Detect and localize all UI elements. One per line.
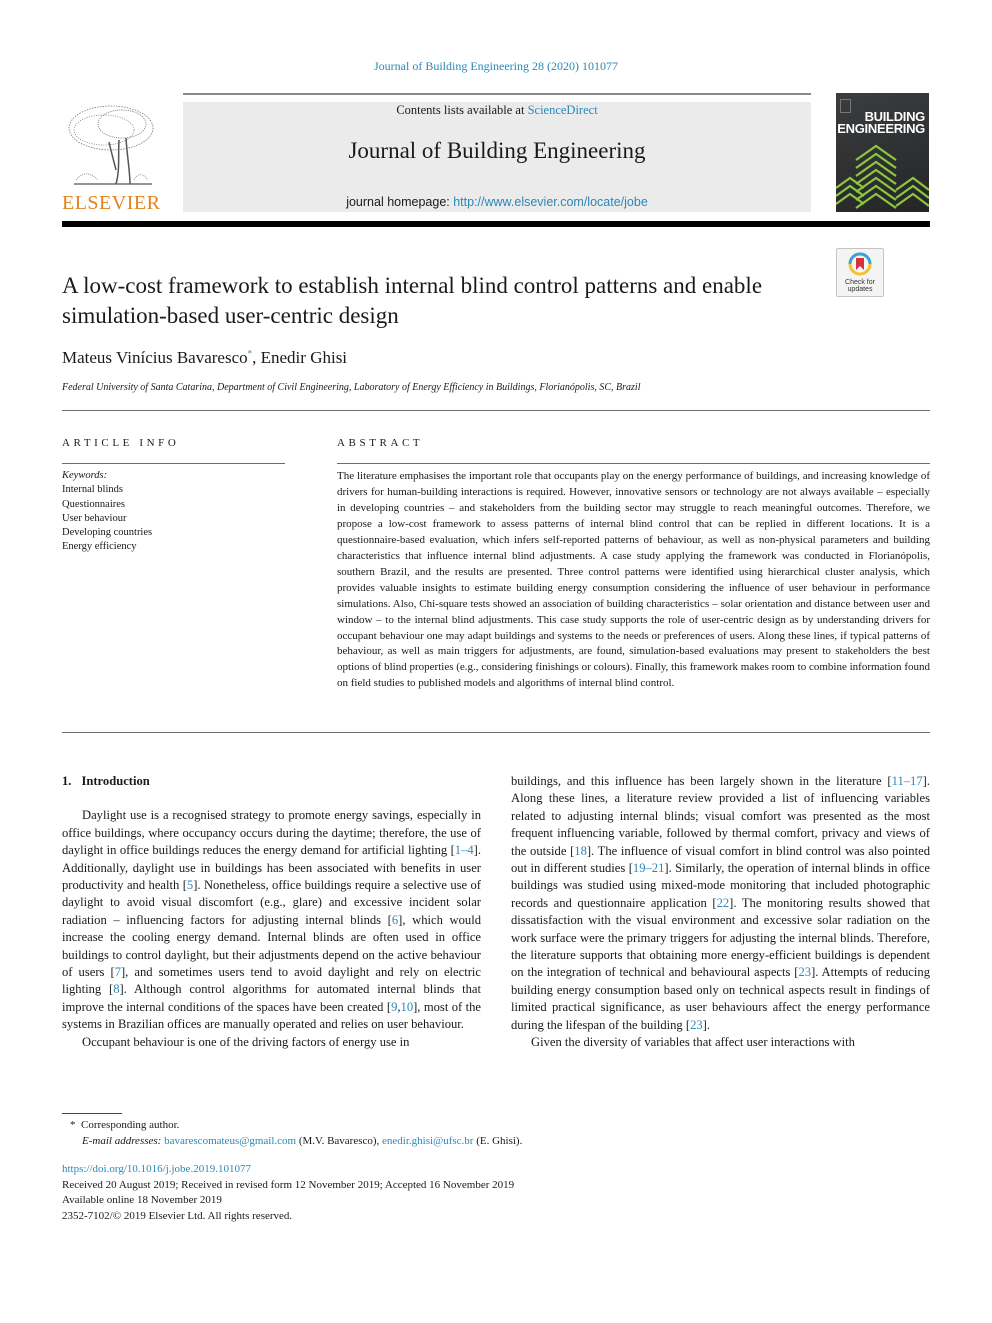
email-link[interactable]: bavarescomateus@gmail.com bbox=[164, 1135, 296, 1147]
journal-reference[interactable]: Journal of Building Engineering 28 (2020… bbox=[0, 59, 992, 74]
body-paragraph: Occupant behaviour is one of the driving… bbox=[62, 1034, 481, 1051]
elsevier-tree-icon bbox=[68, 105, 154, 185]
crossmark-label-line-1: Check for bbox=[845, 279, 875, 286]
citation-link[interactable]: 10 bbox=[401, 1000, 414, 1014]
elsevier-logo[interactable]: ELSEVIER bbox=[62, 100, 160, 215]
header-bottom-rule bbox=[62, 221, 930, 227]
footnotes: * Corresponding author. E-mail addresses… bbox=[62, 1118, 522, 1149]
contents-prefix: Contents lists available at bbox=[396, 103, 528, 117]
body-column-left: 1. Introduction Daylight use is a recogni… bbox=[62, 773, 481, 1051]
section-number: 1. bbox=[62, 774, 72, 788]
author-name[interactable]: Mateus Vinícius Bavaresco bbox=[62, 348, 248, 367]
email-owner: (E. Ghisi). bbox=[473, 1134, 523, 1147]
available-online: Available online 18 November 2019 bbox=[62, 1194, 222, 1206]
cover-title-line-2: ENGINEERING bbox=[837, 121, 925, 136]
paragraph-text: Occupant behaviour is one of the driving… bbox=[82, 1034, 410, 1049]
article-info-rule bbox=[62, 463, 285, 464]
body-paragraph: Daylight use is a recognised strategy to… bbox=[62, 807, 481, 1033]
keywords-label: Keywords: bbox=[62, 470, 108, 481]
paragraph-text: buildings, and this influence has been l… bbox=[511, 774, 892, 788]
keyword: Developing countries bbox=[62, 527, 153, 539]
homepage-link[interactable]: http://www.elsevier.com/locate/jobe bbox=[453, 195, 648, 209]
divider bbox=[62, 410, 930, 411]
article-title: A low-cost framework to establish intern… bbox=[62, 273, 763, 328]
cover-building-graphic-icon bbox=[836, 144, 929, 209]
contents-line: Contents lists available at ScienceDirec… bbox=[183, 103, 811, 118]
abstract-text: The literature emphasises the important … bbox=[337, 470, 930, 690]
right-paragraphs: buildings, and this influence has been l… bbox=[511, 773, 930, 1052]
keyword: Energy efficiency bbox=[62, 541, 137, 553]
email-label: E-mail addresses: bbox=[82, 1134, 162, 1147]
email-link[interactable]: enedir.ghisi@ufsc.br bbox=[382, 1135, 473, 1147]
author-list: Mateus Vinícius Bavaresco*, Enedir Ghisi bbox=[62, 348, 347, 368]
paragraph-text: ]. bbox=[702, 1017, 711, 1032]
citation-link[interactable]: 11–17 bbox=[892, 774, 923, 788]
author-name[interactable]: Enedir Ghisi bbox=[261, 348, 347, 367]
check-for-updates-button[interactable]: Check for updates bbox=[836, 248, 884, 297]
affiliation: Federal University of Santa Catarina, De… bbox=[62, 382, 641, 393]
divider bbox=[62, 732, 930, 733]
footnote-rule bbox=[62, 1113, 122, 1114]
citation-link[interactable]: 23 bbox=[690, 1018, 703, 1032]
citation-link[interactable]: 18 bbox=[574, 844, 587, 858]
keyword: Questionnaires bbox=[62, 498, 125, 510]
crossmark-icon bbox=[848, 252, 872, 276]
crossmark-label-line-2: updates bbox=[847, 286, 873, 293]
email-footnote: E-mail addresses: bavarescomateus@gmail.… bbox=[62, 1134, 522, 1150]
citation-link[interactable]: 23 bbox=[798, 965, 811, 979]
footnote-mark: * bbox=[70, 1119, 76, 1131]
journal-title: Journal of Building Engineering bbox=[348, 138, 646, 163]
crossmark-label: Check for updates bbox=[837, 279, 883, 293]
sciencedirect-link[interactable]: ScienceDirect bbox=[528, 103, 598, 117]
footnote-text: Corresponding author. bbox=[81, 1119, 180, 1131]
section-title: Introduction bbox=[81, 774, 150, 788]
journal-cover[interactable]: BUILDING ENGINEERING bbox=[836, 93, 929, 212]
abstract-rule bbox=[337, 463, 930, 464]
paragraph-text: Daylight use is a recognised strategy to… bbox=[62, 808, 481, 858]
corresponding-footnote: * Corresponding author. bbox=[62, 1118, 522, 1134]
elsevier-wordmark: ELSEVIER bbox=[62, 192, 161, 214]
article-metadata: https://doi.org/10.1016/j.jobe.2019.1010… bbox=[62, 1162, 514, 1224]
body-paragraph: buildings, and this influence has been l… bbox=[511, 773, 930, 1034]
copyright: 2352-7102/© 2019 Elsevier Ltd. All right… bbox=[62, 1209, 293, 1222]
citation-link[interactable]: 1–4 bbox=[455, 843, 474, 857]
journal-homepage: journal homepage: http://www.elsevier.co… bbox=[183, 195, 811, 209]
keyword: User behaviour bbox=[62, 512, 127, 524]
abstract-heading: ABSTRACT bbox=[337, 437, 424, 449]
body-column-right: buildings, and this influence has been l… bbox=[511, 773, 930, 1052]
keyword: Internal blinds bbox=[62, 484, 123, 496]
journal-header-box: Contents lists available at ScienceDirec… bbox=[183, 102, 811, 212]
article-history: Received 20 August 2019; Received in rev… bbox=[62, 1178, 515, 1191]
cover-title: BUILDING ENGINEERING bbox=[837, 110, 925, 136]
body-paragraph: Given the diversity of variables that af… bbox=[511, 1034, 930, 1051]
paragraph-text: Given the diversity of variables that af… bbox=[531, 1035, 855, 1050]
author-separator: , bbox=[252, 348, 261, 367]
keywords-list: Keywords: Internal blinds Questionnaires… bbox=[62, 469, 152, 555]
homepage-prefix: journal homepage: bbox=[346, 195, 454, 209]
header-top-rule bbox=[183, 93, 811, 95]
section-heading: 1. Introduction bbox=[62, 773, 481, 790]
email-owner: (M.V. Bavaresco), bbox=[296, 1134, 383, 1147]
doi-link[interactable]: https://doi.org/10.1016/j.jobe.2019.1010… bbox=[62, 1163, 251, 1175]
article-info-heading: ARTICLE INFO bbox=[62, 437, 180, 449]
left-paragraphs: Daylight use is a recognised strategy to… bbox=[62, 807, 481, 1051]
citation-link[interactable]: 22 bbox=[717, 896, 730, 910]
citation-link[interactable]: 19–21 bbox=[633, 861, 664, 875]
